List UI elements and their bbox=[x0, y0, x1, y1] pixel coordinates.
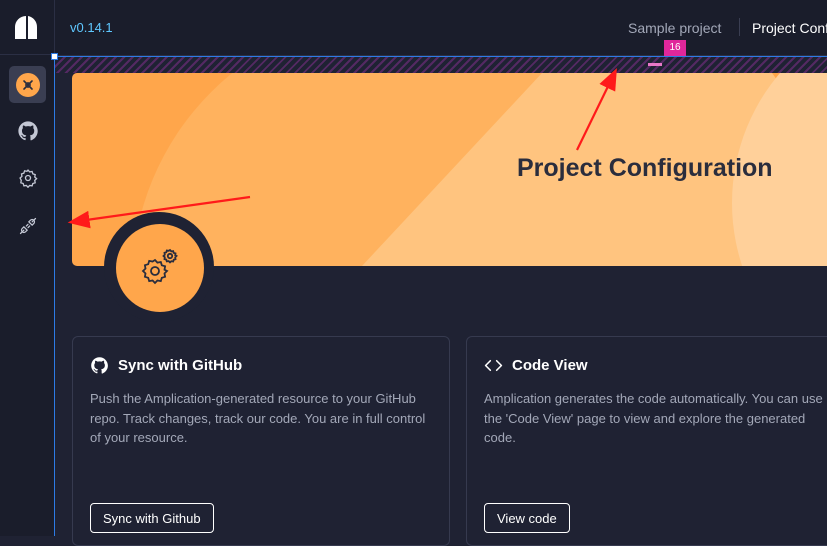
card-header: Code View bbox=[484, 356, 588, 375]
sidebar-item-settings[interactable] bbox=[9, 159, 46, 196]
top-bar: v0.14.1 Sample project Project Conf bbox=[55, 0, 827, 56]
card-header: Sync with GitHub bbox=[90, 356, 242, 375]
sidebar-divider bbox=[0, 54, 55, 55]
code-view-card: Code View Amplication generates the code… bbox=[466, 336, 827, 546]
amplication-logo[interactable] bbox=[13, 15, 39, 41]
breadcrumb-project[interactable]: Sample project bbox=[628, 20, 721, 36]
selection-outline-left bbox=[54, 56, 55, 536]
spacing-marker bbox=[648, 63, 662, 66]
plug-icon bbox=[19, 217, 36, 234]
selection-outline-top bbox=[55, 56, 827, 57]
settings-gears-icon bbox=[141, 248, 178, 285]
breadcrumb-current[interactable]: Project Conf bbox=[752, 20, 827, 36]
settings-icon bbox=[18, 168, 38, 188]
selection-handle[interactable] bbox=[51, 53, 58, 60]
resource-icon bbox=[15, 72, 40, 97]
view-code-button[interactable]: View code bbox=[484, 503, 570, 533]
sync-with-github-button[interactable]: Sync with Github bbox=[90, 503, 214, 533]
code-icon bbox=[484, 359, 503, 372]
page-title: Project Configuration bbox=[517, 154, 773, 182]
card-description: Push the Amplication-generated resource … bbox=[90, 391, 426, 445]
version-label: v0.14.1 bbox=[70, 20, 113, 35]
spacing-badge: 16 bbox=[664, 40, 686, 56]
breadcrumb-divider bbox=[739, 18, 740, 36]
github-icon bbox=[91, 357, 108, 374]
gear-badge bbox=[116, 224, 204, 312]
sidebar-item-github[interactable] bbox=[9, 112, 46, 149]
card-title: Code View bbox=[512, 357, 588, 374]
card-title: Sync with GitHub bbox=[118, 357, 243, 374]
github-icon bbox=[17, 120, 38, 140]
sidebar-item-connections[interactable] bbox=[9, 207, 46, 244]
sidebar bbox=[0, 0, 55, 536]
spacing-highlight bbox=[55, 57, 827, 73]
sync-github-card: Sync with GitHub Push the Amplication-ge… bbox=[72, 336, 450, 546]
sidebar-item-resource[interactable] bbox=[9, 66, 46, 103]
card-description: Amplication generates the code automatic… bbox=[484, 391, 823, 445]
